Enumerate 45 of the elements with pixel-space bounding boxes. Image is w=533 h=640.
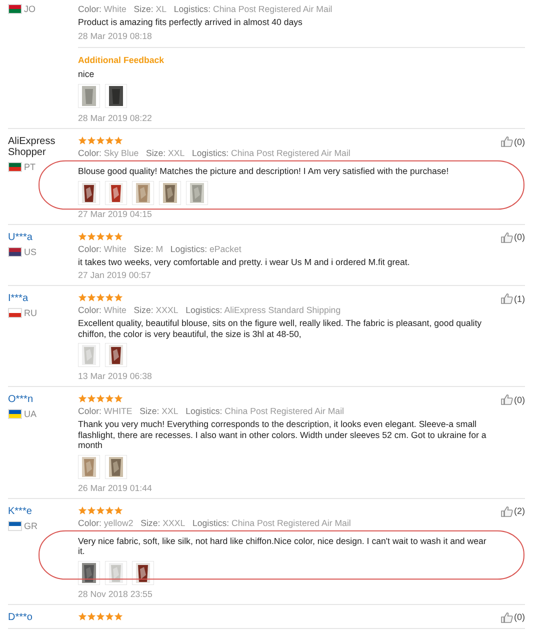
country-code: JO <box>24 4 36 14</box>
additional-feedback-heading: Additional Feedback <box>78 54 166 64</box>
like-button[interactable]: (0) <box>501 612 525 622</box>
product-attributes: Color: White Size: XXXL Logistics: AliExpress Standard Shipping <box>78 305 341 315</box>
product-attributes: Color: White Size: XL Logistics: China Post Registered Air Mail <box>78 4 332 14</box>
review-date: 27 Mar 2019 04:15 <box>78 208 153 218</box>
review-text: Blouse good quality! Matches the picture and description! I Am very satisfied with the purchase! <box>78 166 450 176</box>
reviewer-name[interactable]: AliExpress Shopper <box>8 136 78 158</box>
reviewer-name[interactable]: U***a <box>8 232 78 242</box>
country-code: US <box>24 246 37 256</box>
reviewer-name[interactable]: O***n <box>8 394 78 405</box>
review-text: nice <box>78 68 96 79</box>
flag-icon <box>8 246 22 256</box>
product-attributes: Color: Sky Blue Size: XXL Logistics: China Post Registered Air Mail <box>78 148 350 158</box>
like-button[interactable]: (1) <box>501 293 525 304</box>
like-button[interactable]: (0) <box>501 394 525 405</box>
review-date: 28 Nov 2018 23:55 <box>78 588 154 598</box>
country-code: PT <box>24 162 36 172</box>
flag-icon <box>8 162 22 172</box>
like-button[interactable]: (2) <box>501 506 525 516</box>
review-date: 26 Mar 2019 01:44 <box>78 482 153 492</box>
review-date: 28 Mar 2019 08:22 <box>78 113 153 123</box>
country-code: RU <box>24 308 37 318</box>
reviewer-name[interactable]: K***e <box>8 506 78 516</box>
reviewer-name[interactable]: I***a <box>8 293 78 304</box>
product-attributes: Color: White Size: M Logistics: ePacket <box>78 244 242 254</box>
product-attributes: Color: WHITE Size: XXL Logistics: China Post Registered Air Mail <box>78 406 344 416</box>
review-text: Product is amazing fits perfectly arrived in almost 40 days <box>78 17 304 28</box>
review-text: Very nice fabric, soft, like silk, not hard like chiffon.Nice color, nice design. I can't wait to wash it and wear it. <box>78 536 488 556</box>
review-date: 28 Mar 2019 08:18 <box>78 30 153 40</box>
country-code: UA <box>24 409 37 419</box>
review-text: it takes two weeks, very comfortable and pretty. i wear Us M and i ordered M.fit great. <box>78 256 411 267</box>
review-text: Excellent quality, beautiful blouse, sits on the figure well, really liked. The fabric is pleasant, good quality chiffon, the color is very beautiful, the size is 3hl at 48-50, <box>78 318 483 339</box>
like-button[interactable]: (0) <box>501 136 525 147</box>
reviewer-name[interactable]: D***o <box>8 612 78 622</box>
flag-icon <box>8 409 22 419</box>
like-button[interactable]: (0) <box>501 232 525 242</box>
product-attributes: Color: yellow2 Size: XXXL Logistics: China Post Registered Air Mail <box>78 518 351 528</box>
country-code: GR <box>24 520 38 530</box>
flag-icon <box>8 308 22 318</box>
review-date: 13 Mar 2019 06:38 <box>78 371 153 381</box>
flag-icon <box>8 4 22 14</box>
review-date: 27 Jan 2019 00:57 <box>78 270 152 280</box>
flag-icon <box>8 520 22 530</box>
review-text: Thank you very much! Everything corresponds to the description, it looks even elegant. Sleeve-a small flashlight, there are recesses. I also want in other colors. Width under sleeves 52 cm. Got to ukraine for a month <box>78 419 488 450</box>
